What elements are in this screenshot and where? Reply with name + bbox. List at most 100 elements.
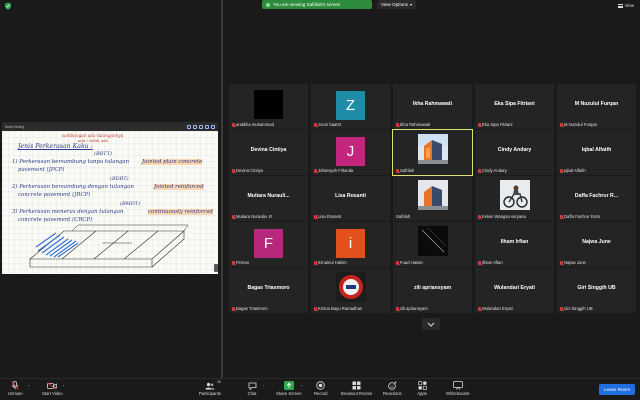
mic-muted-icon [478,122,481,127]
whiteboards-button[interactable]: Whiteboards [446,381,470,396]
view-grid-icon [617,3,623,8]
participant-display-name: Mutiara Nurauli... [247,193,290,199]
participant-label: Ikha Rahmawati [396,122,430,127]
microphone-muted-icon [11,381,20,390]
participant-name: Krisna Bayu Ramadhan [318,306,363,311]
unmute-label: Unmute [8,391,23,396]
shared-screen-content[interactable]: Notes Writing sambungan ada tulangannya … [2,122,218,274]
view-button[interactable]: View [617,3,634,8]
participants-button[interactable]: 26 Participants [199,380,221,396]
participant-tile[interactable]: i Itznainul Hakim [311,222,390,267]
participant-tile[interactable]: Najwa June Najwa June [557,222,636,267]
participant-label: Ilham Irfian [478,260,503,265]
eraser-tool-icon [193,124,197,129]
participant-tile[interactable]: Safrilah [393,176,472,221]
pen-tool-icon [187,124,191,129]
participant-name: Najwa June [564,260,586,265]
participant-tile[interactable]: Lisa Rosanti Lisa Rosanti [311,176,390,221]
motorbike-photo [500,180,530,210]
participant-name: Devina Cintiya [236,168,263,173]
participant-name: Cindy Andary [482,168,507,173]
handwritten-note-page: sambungan ada tulangannya ada / tidak ad… [2,131,218,274]
participant-name: Kelvin Wangsa suryana [482,214,526,219]
start-video-button[interactable]: Start Video [42,381,63,396]
mic-muted-icon [560,214,563,219]
participant-tile[interactable]: Z zoom baa04 [311,84,390,129]
participant-tile-active-speaker[interactable]: Safrilah [392,129,473,176]
record-button[interactable]: Record [314,381,328,396]
participant-label: Fuad Hasan [396,260,423,265]
participant-display-name: Wulandari Eryati [494,285,535,291]
gallery-next-page-button[interactable] [422,318,440,330]
participant-tile[interactable]: Fuad Hasan [393,222,472,267]
participant-tile[interactable]: Eka Sipa Fitriani Eka Sipa Fitriani [475,84,554,129]
share-screen-button[interactable]: Share Screen [276,381,302,396]
video-options-caret-icon[interactable]: ⌃ [62,384,65,389]
view-options-button[interactable]: View Options ▾ [377,0,416,9]
security-shield-icon[interactable] [4,2,12,10]
avatar: J [336,137,365,166]
mic-muted-icon [396,306,399,311]
mic-muted-icon [396,122,399,127]
mic-muted-icon [314,122,317,127]
mic-muted-icon [314,214,317,219]
participant-tile[interactable]: Ilham Irfian Ilham Irfian [475,222,554,267]
participant-tile[interactable]: J Jofansyah Firlanda [311,130,390,175]
participant-name: Mutiara Nuraulia .R [236,214,273,219]
shared-screen-scroll-handle[interactable] [214,264,218,272]
participant-label: andikha muhammad [232,122,274,127]
participant-name: Safrilah [400,168,415,173]
chat-button[interactable]: Chat [247,381,257,396]
participant-name: M Nuzulul Furqan [564,122,598,127]
participant-tile[interactable]: Bagas Triasmoro Bagas Triasmoro [229,268,308,313]
dark-photo [418,226,448,256]
participant-tile[interactable]: Iqbal Alfatih Iqbal Alfatih [557,130,636,175]
participant-tile[interactable]: F Firman [229,222,308,267]
participant-display-name: Ikha Rahmawati [412,101,453,107]
participant-label: Iqbal Alfatih [560,168,586,173]
apps-button[interactable]: Apps [417,381,427,396]
participant-label: Safrilah [396,168,414,173]
unmute-button[interactable]: Unmute [8,381,23,396]
chat-options-caret-icon[interactable]: ⌃ [262,384,265,389]
participant-label: Cindy Andary [478,168,507,173]
participant-tile[interactable]: andikha muhammad [229,84,308,129]
apps-label: Apps [417,391,427,396]
participant-tile[interactable]: Kelvin Wangsa suryana [475,176,554,221]
screen-share-notice: You are viewing Safrilah's screen [262,0,372,9]
participant-display-name: Giri Singgih UB [577,285,616,291]
whiteboard-icon [452,381,463,390]
participant-tile[interactable]: Giri Singgih UB Giri Singgih UB [557,268,636,313]
mic-muted-icon [560,260,563,265]
breakout-rooms-button[interactable]: Breakout Rooms [341,381,372,396]
mic-muted-icon [478,306,481,311]
share-options-caret-icon[interactable]: ⌃ [300,384,303,389]
participant-display-name: Iqbal Alfatih [581,147,612,153]
leave-room-button[interactable]: Leave Room [599,384,635,395]
participant-label: Krisna Bayu Ramadhan [314,306,362,311]
participant-tile[interactable]: Mutiara Nurauli... Mutiara Nuraulia .R [229,176,308,221]
building-photo [418,134,448,164]
participant-label: zili apriansyam [396,306,428,311]
participant-name: zoom baa04 [318,122,342,127]
participant-tile[interactable]: zili apriansyam zili apriansyam [393,268,472,313]
participant-tile[interactable]: Daffa Fachrur R... Daffa Fachrur Reza [557,176,636,221]
mic-muted-icon [232,214,235,219]
participant-label: Firman [232,260,249,265]
split-divider[interactable] [221,0,223,378]
video-off-black [254,90,283,119]
participant-tile[interactable]: Devina Cintiya Devina Cintiya [229,130,308,175]
participant-tile[interactable]: Krisna Bayu Ramadhan [311,268,390,313]
participant-tile[interactable]: Ikha Rahmawati Ikha Rahmawati [393,84,472,129]
audio-options-caret-icon[interactable]: ⌃ [27,384,30,389]
participant-tile[interactable]: Cindy Andary Cindy Andary [475,130,554,175]
participant-name: Safrilah [396,214,411,219]
participant-tile[interactable]: M Nuzulul Furqan M Nuzulul Furqan [557,84,636,129]
mic-muted-icon [232,260,235,265]
top-bar: You are viewing Safrilah's screen View O… [0,0,640,12]
reactions-button[interactable]: Reactions [383,381,402,396]
participant-label: Giri Singgih UB [560,306,593,311]
participant-tile[interactable]: Wulandari Eryati Wulandari Eryati [475,268,554,313]
emoji-reaction-icon [388,381,397,390]
participant-name: andikha muhammad [236,122,274,127]
